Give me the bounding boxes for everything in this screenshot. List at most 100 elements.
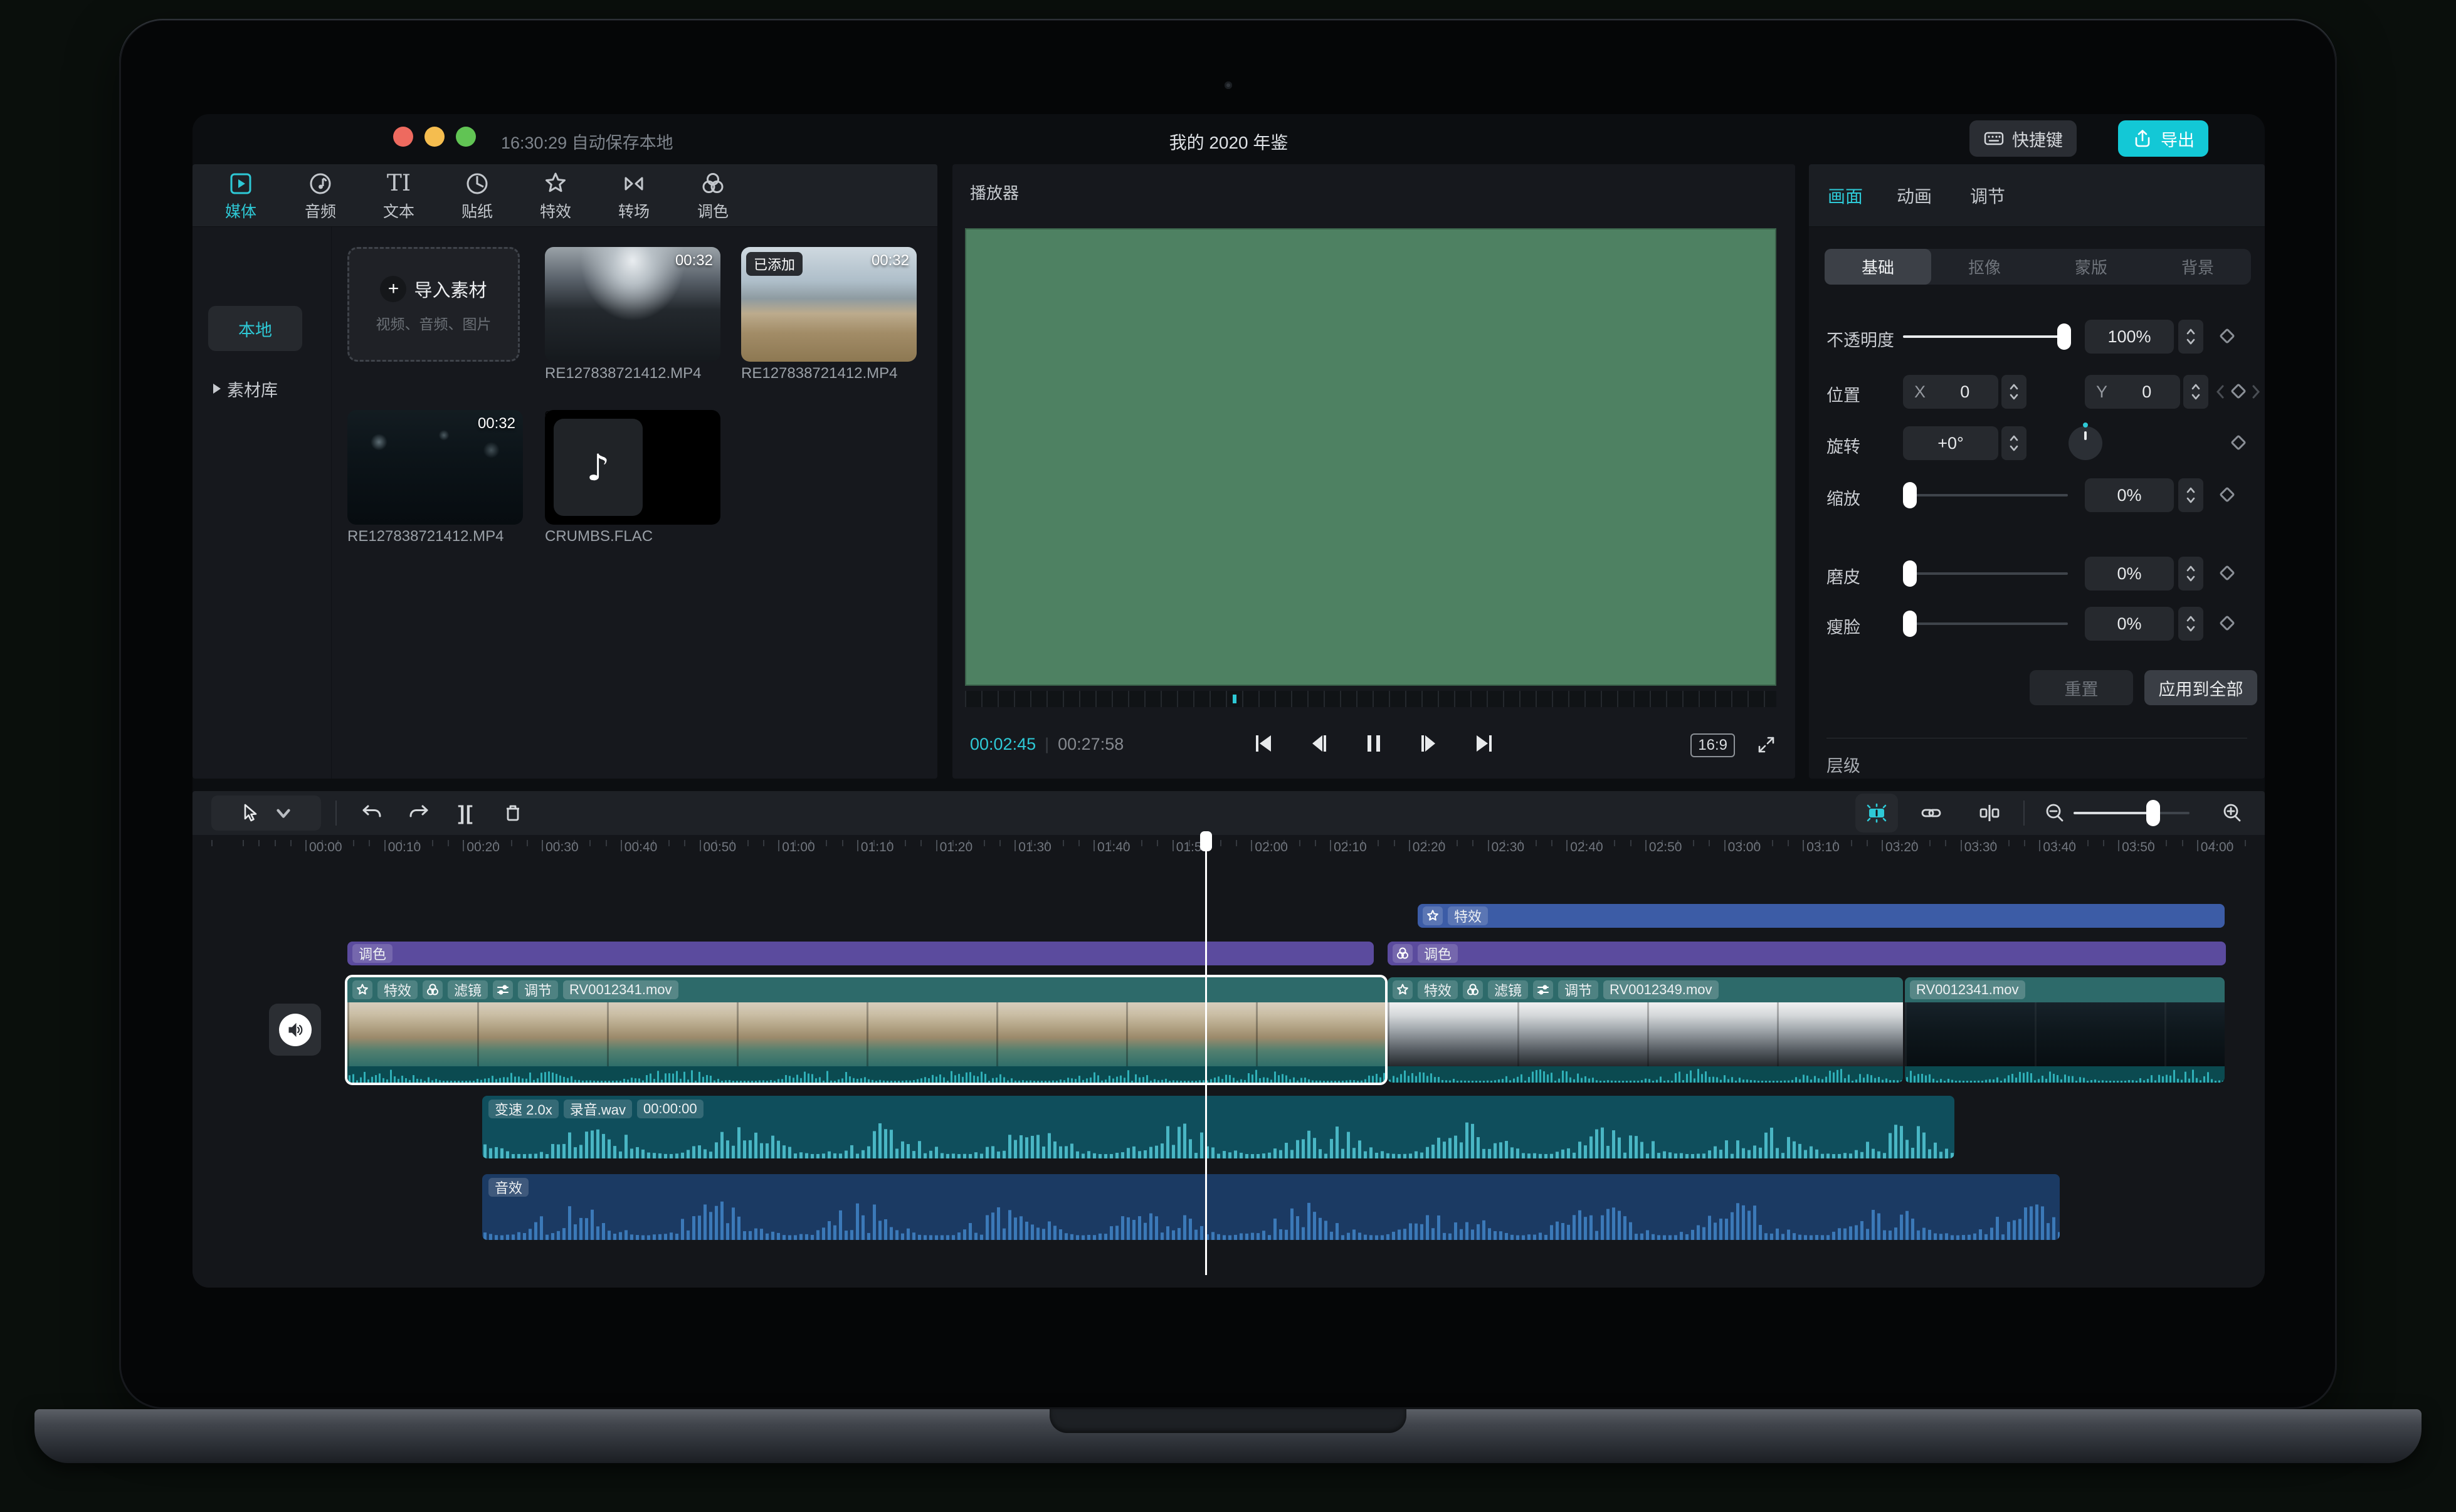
tab-color[interactable]: 调色 <box>675 169 751 222</box>
smooth-skin-stepper[interactable] <box>2178 557 2203 591</box>
keyframe-diamond-icon[interactable] <box>2219 486 2235 503</box>
video-viewport[interactable] <box>965 228 1776 686</box>
reset-button[interactable]: 重置 <box>2030 670 2133 705</box>
keyframe-diamond-icon[interactable] <box>2219 565 2235 581</box>
prev-keyframe-icon[interactable] <box>2213 383 2227 401</box>
sidebar-item-library[interactable]: 素材库 <box>208 366 324 411</box>
slim-face-row: 瘦脸 0% <box>1809 606 2265 641</box>
media-item-audio[interactable]: ♪ 00:32 <box>545 410 720 525</box>
undo-button[interactable] <box>354 795 389 831</box>
subtab-chroma-key[interactable]: 抠像 <box>1931 249 2038 285</box>
video-clip-3[interactable]: RV0012341.mov <box>1905 977 2225 1083</box>
smooth-skin-value[interactable]: 0% <box>2085 557 2174 591</box>
tab-adjust[interactable]: 调节 <box>1970 183 2005 208</box>
pause-button[interactable] <box>1362 732 1385 755</box>
player-scrubber[interactable] <box>965 691 1776 707</box>
aspect-ratio-button[interactable]: 16:9 <box>1690 733 1735 757</box>
tab-audio[interactable]: 音频 <box>282 169 359 222</box>
rotation-knob[interactable] <box>2069 423 2102 460</box>
keyframe-diamond-icon[interactable] <box>2230 383 2247 399</box>
scale-stepper[interactable] <box>2178 478 2203 512</box>
position-x-stepper[interactable] <box>2001 375 2026 409</box>
export-button[interactable]: 导出 <box>2118 120 2208 157</box>
effect-track[interactable]: 特效 <box>1418 904 2225 928</box>
scale-slider[interactable] <box>1903 482 2068 508</box>
export-icon <box>2132 128 2153 149</box>
scale-row: 缩放 0% <box>1809 478 2265 513</box>
snap-toggle-button[interactable] <box>1855 794 1898 832</box>
shortcut-keys-button[interactable]: 快捷键 <box>1969 120 2077 157</box>
next-frame-button[interactable] <box>1418 732 1440 755</box>
opacity-slider[interactable] <box>1903 323 2071 350</box>
position-y-field[interactable]: Y 0 <box>2085 375 2180 409</box>
duration-badge: 00:32 <box>675 252 713 269</box>
media-item-video-2[interactable]: 已添加 00:32 <box>741 247 917 362</box>
clip-filmstrip <box>1388 1002 1903 1066</box>
position-y-stepper[interactable] <box>2183 375 2208 409</box>
duration-badge: 00:32 <box>871 252 909 269</box>
position-x-field[interactable]: X 0 <box>1903 375 1998 409</box>
select-tool-button[interactable] <box>211 795 321 831</box>
keyframe-diamond-icon[interactable] <box>2230 434 2247 451</box>
apply-to-all-button[interactable]: 应用到全部 <box>2144 670 2257 705</box>
opacity-value[interactable]: 100% <box>2085 320 2174 354</box>
rotation-value[interactable]: +0° <box>1903 426 1998 460</box>
slim-face-slider[interactable] <box>1903 611 2068 637</box>
color-circles-icon <box>1393 944 1413 963</box>
timeline-toolbar: ][ <box>192 791 2265 835</box>
media-item-video-1[interactable]: 00:32 <box>545 247 720 362</box>
sidebar-item-local[interactable]: 本地 <box>208 306 302 351</box>
playhead-handle[interactable] <box>1200 831 1212 851</box>
star-icon <box>1393 980 1413 999</box>
opacity-row: 不透明度 100% <box>1809 319 2265 354</box>
media-item-name: CRUMBS.FLAC <box>545 528 653 545</box>
next-keyframe-icon[interactable] <box>2249 383 2263 401</box>
tab-transitions[interactable]: 转场 <box>596 169 672 222</box>
keyframe-diamond-icon[interactable] <box>2219 328 2235 344</box>
sfx-badge: 音效 <box>488 1178 529 1197</box>
subtab-mask[interactable]: 蒙版 <box>2038 249 2144 285</box>
redo-button[interactable] <box>401 795 436 831</box>
link-clips-icon[interactable] <box>1914 795 1949 831</box>
player-panel: 播放器 00:02:45 | 00:27:58 16:9 <box>952 164 1795 779</box>
skip-to-end-button[interactable] <box>1473 732 1495 755</box>
skip-to-start-button[interactable] <box>1252 732 1275 755</box>
tab-animation[interactable]: 动画 <box>1897 183 1932 208</box>
tab-effects[interactable]: 特效 <box>517 169 594 222</box>
player-header: 播放器 <box>970 184 1020 202</box>
track-mute-button[interactable] <box>269 1004 321 1056</box>
audio-clip-sfx[interactable]: 音效 <box>482 1174 2060 1240</box>
scale-value[interactable]: 0% <box>2085 478 2174 512</box>
color-track-2[interactable]: 调色 <box>1388 942 2226 965</box>
split-button[interactable]: ][ <box>448 795 483 831</box>
zoom-out-icon[interactable] <box>2037 795 2072 831</box>
color-track-1[interactable]: 调色 <box>347 942 1374 965</box>
video-clip-2[interactable]: 特效 滤镜 调节 RV0012349.mov <box>1388 977 1903 1083</box>
audio-clip-recording[interactable]: 变速 2.0x 录音.wav 00:00:00 <box>482 1096 1954 1158</box>
tab-picture[interactable]: 画面 <box>1828 183 1863 208</box>
video-clip-1[interactable]: 特效 滤镜 调节 RV0012341.mov <box>347 977 1385 1083</box>
tab-text[interactable]: TI 文本 <box>361 169 437 222</box>
slim-face-stepper[interactable] <box>2178 607 2203 641</box>
delete-button[interactable] <box>495 795 530 831</box>
tab-media[interactable]: 媒体 <box>203 169 279 222</box>
tab-sticker[interactable]: 贴纸 <box>439 169 515 222</box>
playhead[interactable] <box>1200 831 1212 1275</box>
previous-frame-button[interactable] <box>1307 732 1330 755</box>
split-preview-icon[interactable] <box>1972 795 2007 831</box>
zoom-slider-thumb[interactable] <box>2146 800 2160 826</box>
slim-face-value[interactable]: 0% <box>2085 607 2174 641</box>
rotation-stepper[interactable] <box>2001 426 2026 460</box>
timeline-ruler[interactable]: 00:00 00:10 00:20 00:30 00:40 00:50 01:00 01:10… <box>192 836 2265 864</box>
opacity-stepper[interactable] <box>2178 320 2203 354</box>
import-material-card[interactable]: + 导入素材 视频、音频、图片 <box>347 247 520 362</box>
adjust-sliders-icon <box>1533 980 1554 999</box>
smooth-skin-slider[interactable] <box>1903 560 2068 587</box>
fullscreen-button[interactable] <box>1755 733 1778 756</box>
subtab-basic[interactable]: 基础 <box>1825 249 1931 285</box>
media-item-video-3[interactable]: 00:32 <box>347 410 523 525</box>
keyframe-diamond-icon[interactable] <box>2219 615 2235 631</box>
subtab-background[interactable]: 背景 <box>2144 249 2251 285</box>
timeline-zoom-slider[interactable] <box>2074 800 2190 826</box>
zoom-in-icon[interactable] <box>2215 795 2250 831</box>
